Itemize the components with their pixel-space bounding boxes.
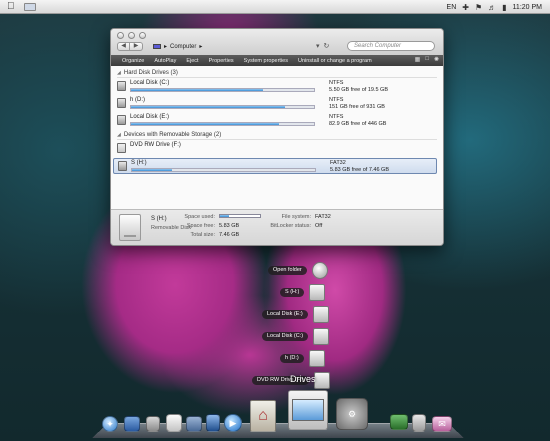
stack-item-s-h[interactable]: S (H:) (280, 284, 326, 301)
dvd-drive-icon (313, 372, 330, 389)
breadcrumb-computer[interactable]: Computer (170, 44, 196, 50)
search-input[interactable]: Search Computer (347, 41, 435, 51)
calculator-icon[interactable] (146, 416, 160, 432)
textedit-icon[interactable] (166, 414, 182, 432)
forward-button[interactable]: ▶ (130, 42, 143, 51)
usage-bar (130, 122, 315, 126)
hard-disk-icon (308, 350, 325, 367)
hard-disk-icon (117, 115, 126, 125)
safari-icon[interactable]: ✦ (102, 416, 118, 432)
details-pane: S (H:) Removable Disk Space used: Space … (111, 209, 443, 245)
finder-icon[interactable] (24, 3, 36, 11)
tools-icon[interactable] (186, 416, 202, 432)
drive-item-e[interactable]: Local Disk (E:) NTFS 82.9 GB free of 446… (117, 113, 437, 129)
system-tray: EN ✚ ⚑ ♬ ▮ 11:20 PM (447, 0, 542, 14)
refresh-icon[interactable]: ↻ (324, 42, 330, 50)
usage-bar (130, 88, 315, 92)
computer-icon (153, 44, 161, 49)
usage-bar-fill (131, 89, 263, 91)
breadcrumb[interactable]: ▸ Computer ▸ (153, 43, 202, 50)
drive-list: ◢ Hard Disk Drives (3) Local Disk (C:) N… (111, 66, 443, 210)
itunes-icon[interactable]: ▶ (224, 414, 242, 432)
view-controls: ▦ □ ✺ (415, 56, 439, 63)
eject-button[interactable]: Eject (181, 58, 203, 64)
language-indicator[interactable]: EN (447, 4, 457, 11)
drive-item-f[interactable]: DVD RW Drive (F:) (117, 141, 437, 157)
uninstall-button[interactable]: Uninstall or change a program (293, 58, 377, 64)
group-header-removable[interactable]: ◢ Devices with Removable Storage (2) (117, 130, 437, 140)
network-icon[interactable]: ✚ (462, 3, 469, 12)
close-button[interactable] (117, 32, 124, 39)
collapse-icon[interactable]: ◢ (117, 130, 121, 140)
maximize-button[interactable] (139, 32, 146, 39)
system-icon[interactable] (124, 416, 140, 432)
media-icon[interactable] (206, 414, 220, 432)
views-icon[interactable]: ▦ (415, 56, 421, 63)
nav-buttons: ◀ ▶ (117, 42, 143, 51)
volume-icon[interactable]: ♬ (488, 3, 496, 12)
usage-bar-fill (132, 169, 173, 171)
help-icon[interactable]: ✺ (434, 56, 439, 63)
stack-item-local-disk-c[interactable]: Local Disk (C:) (262, 328, 330, 345)
usage-bar (130, 105, 315, 109)
details-name: S (H:) (151, 216, 167, 222)
properties-button[interactable]: Properties (204, 58, 239, 64)
clock[interactable]: 11:20 PM (513, 4, 542, 11)
usb-drive-icon (309, 284, 326, 301)
preview-pane-icon[interactable]: □ (425, 56, 429, 63)
computer-window: ◀ ▶ ▸ Computer ▸ ▾ ↻ Search Computer Org… (110, 28, 444, 246)
drive-item-c[interactable]: Local Disk (C:) NTFS 5.50 GB free of 19.… (117, 79, 437, 95)
open-folder-icon (311, 262, 328, 279)
monitor-icon[interactable] (390, 414, 408, 430)
flag-icon[interactable]: ⚑ (475, 3, 482, 12)
imac-icon[interactable] (288, 390, 328, 430)
details-usage-bar-fill (220, 215, 229, 217)
usb-drive-icon (119, 214, 141, 241)
hard-disk-icon (117, 98, 126, 108)
mail-icon[interactable]: ✉ (432, 416, 452, 432)
title-bar[interactable]: ◀ ▶ ▸ Computer ▸ ▾ ↻ Search Computer (111, 29, 443, 55)
group-header-hard-disks[interactable]: ◢ Hard Disk Drives (3) (117, 68, 437, 78)
dropdown-icon[interactable]: ▾ (316, 42, 320, 50)
trash-icon[interactable] (412, 414, 426, 432)
drive-item-h[interactable]: S (H:) FAT32 5.83 GB free of 7.46 GB (113, 158, 437, 174)
window-controls (117, 32, 146, 39)
collapse-icon[interactable]: ◢ (117, 68, 121, 78)
hard-disk-icon (313, 328, 330, 345)
usage-bar-fill (131, 106, 285, 108)
usage-bar-fill (131, 123, 280, 125)
hard-disk-icon (117, 81, 126, 91)
organize-button[interactable]: Organize (117, 58, 149, 64)
battery-icon[interactable]: ▮ (502, 3, 506, 12)
autoplay-button[interactable]: AutoPlay (149, 58, 181, 64)
system-preferences-icon[interactable]: ⚙ (336, 398, 368, 430)
dvd-drive-icon (117, 143, 126, 153)
hard-disk-icon (312, 306, 329, 323)
stack-title: Drives (290, 374, 316, 384)
stack-item-open-folder[interactable]: Open folder (268, 262, 328, 279)
system-properties-button[interactable]: System properties (239, 58, 293, 64)
minimize-button[interactable] (128, 32, 135, 39)
stack-item-local-disk-e[interactable]: Local Disk (E:) (262, 306, 329, 323)
back-button[interactable]: ◀ (117, 42, 130, 51)
address-tools: ▾ ↻ (316, 42, 329, 50)
home-icon[interactable]: ⌂ (250, 400, 276, 432)
command-bar: Organize AutoPlay Eject Properties Syste… (111, 55, 443, 66)
stack-item-h-d[interactable]: h (D:) (280, 350, 325, 367)
usage-bar (131, 168, 316, 172)
drive-item-d[interactable]: h (D:) NTFS 151 GB free of 931 GB (117, 96, 437, 112)
usb-drive-icon (118, 161, 127, 171)
menu-bar:  EN ✚ ⚑ ♬ ▮ 11:20 PM (0, 0, 550, 14)
apple-menu-icon[interactable]:  (7, 1, 15, 13)
